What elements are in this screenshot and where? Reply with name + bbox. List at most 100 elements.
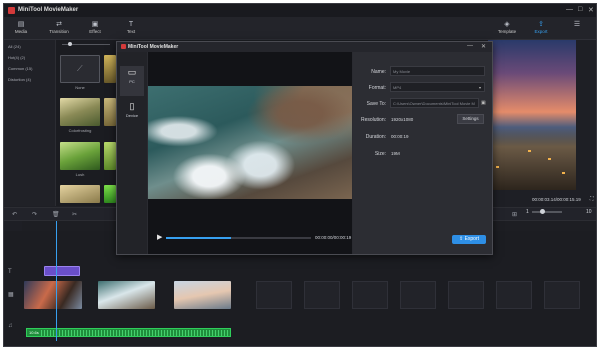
save-row: Save To: C:\Users\Owner\Documents\MiniTo… [353, 98, 492, 110]
transition-icon: ⇄ [56, 21, 62, 28]
effect-thumb[interactable] [60, 98, 100, 126]
menu-button[interactable]: ☰ [562, 20, 592, 29]
maximize-icon[interactable]: □ [578, 6, 582, 13]
play-icon[interactable]: ▶ [157, 233, 162, 241]
dialog-minimize-icon[interactable]: — [467, 43, 473, 49]
empty-slot[interactable] [352, 281, 388, 309]
video-frame [148, 86, 352, 199]
undo-icon[interactable]: ↶ [12, 211, 17, 218]
audio-waveform [41, 330, 229, 336]
monitor-icon: ▭ [127, 67, 137, 77]
text-label: Text [126, 29, 136, 34]
export-properties: Name: My Movie Format: MP4 ▾ Save To: C:… [353, 52, 492, 254]
duration-row: Duration: 00:00:19 [353, 131, 492, 143]
zoom-fit-icon[interactable]: ⊞ [512, 211, 517, 218]
save-label: Save To: [366, 101, 386, 107]
empty-slot[interactable] [256, 281, 292, 309]
empty-slot[interactable] [304, 281, 340, 309]
export-toolbar-button[interactable]: ⇪ Export [526, 20, 556, 34]
effect-label: Effect [89, 29, 101, 34]
device-mobile-tab[interactable]: ▯ Device [120, 100, 144, 130]
split-icon[interactable]: ✂ [72, 211, 77, 218]
dialog-title-bar: MiniTool MovieMaker — ✕ [117, 42, 492, 52]
dialog-logo-icon [121, 44, 126, 49]
name-label: Name: [371, 69, 386, 75]
text-track-icon: T [8, 269, 12, 275]
device-sidebar: ▭ PC ▯ Device [117, 52, 147, 254]
size-row: Size: 19M [353, 148, 492, 160]
effect-thumb[interactable] [104, 55, 116, 83]
minimize-icon[interactable]: — [566, 6, 573, 13]
category-item[interactable]: Hot(4) (2) [8, 55, 25, 60]
effects-library: ⟋ None Colorfrosting Lush [56, 40, 118, 206]
duration-label: Duration: [365, 134, 386, 140]
template-button[interactable]: ◈ Template [492, 20, 522, 34]
export-button[interactable]: ⇪ Export [452, 235, 486, 244]
effect-thumb[interactable] [104, 142, 116, 170]
effect-thumb-none[interactable]: ⟋ [60, 55, 100, 83]
name-row: Name: My Movie [353, 66, 492, 78]
main-toolbar: ▤ Media ⇄ Transition ▣ Effect T Text ◈ T… [4, 17, 596, 40]
folder-browse-icon[interactable]: ▣ [481, 100, 486, 106]
settings-button[interactable]: Settings [457, 114, 484, 124]
title-bar: MiniTool MovieMaker — □ ✕ [4, 4, 596, 17]
town-light [548, 158, 551, 160]
empty-slot[interactable] [496, 281, 532, 309]
town-light [496, 166, 499, 168]
size-slider-handle[interactable] [68, 42, 72, 46]
none-effect-icon: ⟋ [77, 64, 83, 73]
playhead[interactable] [56, 221, 57, 341]
effect-thumb[interactable] [60, 185, 100, 203]
app-logo-icon [8, 7, 15, 14]
seek-bar[interactable] [166, 237, 311, 239]
format-select[interactable]: MP4 ▾ [390, 82, 485, 92]
name-input[interactable]: My Movie [390, 66, 485, 76]
format-row: Format: MP4 ▾ [353, 82, 492, 94]
save-path-value: C:\Users\Owner\Documents\MiniTool Movie … [393, 101, 475, 106]
zoom-slider-handle[interactable] [540, 209, 545, 214]
transition-button[interactable]: ⇄ Transition [44, 20, 74, 34]
phone-icon: ▯ [129, 101, 135, 111]
video-clip-3[interactable] [174, 281, 231, 309]
category-item[interactable]: Common (15) [8, 66, 32, 71]
category-item[interactable]: Distortion (4) [8, 77, 31, 82]
media-button[interactable]: ▤ Media [6, 20, 36, 34]
export-toolbar-label: Export [534, 29, 548, 34]
zoom-max-label: 10 [586, 209, 592, 215]
size-label: Size: [374, 151, 386, 157]
template-label: Template [497, 29, 517, 34]
video-controls: ▶ 00:00:00/00:00:19 [148, 232, 352, 244]
media-label: Media [14, 29, 28, 34]
save-path-input[interactable]: C:\Users\Owner\Documents\MiniTool Movie … [390, 98, 479, 108]
empty-slot[interactable] [544, 281, 580, 309]
text-icon: T [128, 21, 134, 28]
video-track-icon: ▦ [8, 292, 14, 298]
device-pc-label: PC [129, 79, 135, 84]
resolution-label: Resolution: [360, 117, 386, 123]
effect-thumb[interactable] [104, 98, 116, 126]
category-panel: All (24) Hot(4) (2) Common (15) Distorti… [4, 40, 56, 206]
fullscreen-icon[interactable]: ⛶ [590, 196, 594, 202]
audio-duration: 10.6s [29, 330, 39, 335]
video-time: 00:00:00/00:00:19 [315, 235, 352, 240]
dialog-close-icon[interactable]: ✕ [481, 43, 486, 50]
zoom-slider[interactable] [532, 211, 562, 213]
close-icon[interactable]: ✕ [588, 6, 594, 14]
delete-icon[interactable]: 🗑 [52, 211, 60, 218]
empty-slot[interactable] [400, 281, 436, 309]
effect-button[interactable]: ▣ Effect [80, 20, 110, 34]
effect-thumb[interactable] [104, 185, 116, 203]
device-pc-tab[interactable]: ▭ PC [120, 66, 144, 96]
export-button-label: Export [464, 236, 480, 242]
text-button[interactable]: T Text [116, 20, 146, 34]
effect-thumb[interactable] [60, 142, 100, 170]
category-item[interactable]: All (24) [8, 44, 21, 49]
chevron-down-icon: ▾ [479, 85, 482, 90]
effect-label: None [75, 85, 85, 90]
video-clip-2[interactable] [98, 281, 155, 309]
text-clip[interactable] [44, 266, 80, 276]
effect-label: Lush [75, 172, 85, 177]
empty-slot[interactable] [448, 281, 484, 309]
redo-icon[interactable]: ↷ [32, 211, 37, 218]
video-clip-1[interactable] [24, 281, 82, 309]
